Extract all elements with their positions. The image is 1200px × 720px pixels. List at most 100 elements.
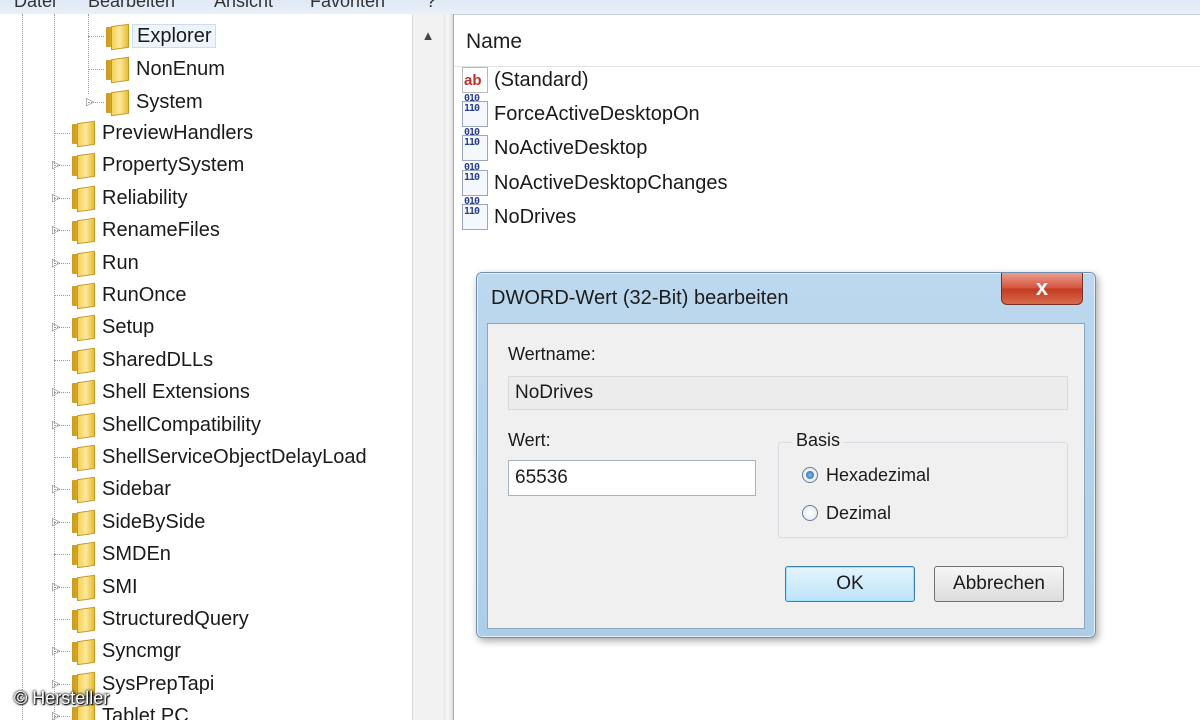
tree-item[interactable]: StructuredQuery bbox=[72, 603, 249, 635]
folder-icon bbox=[106, 56, 129, 84]
pane-splitter[interactable] bbox=[443, 14, 454, 720]
value-name-label: Wertname: bbox=[508, 344, 596, 364]
radio-hexadecimal[interactable]: Hexadezimal bbox=[802, 462, 930, 488]
values-list-header: Name bbox=[454, 14, 1200, 67]
radio-decimal[interactable]: Dezimal bbox=[802, 500, 891, 526]
tree-item[interactable]: ▷ SideBySide bbox=[52, 506, 205, 538]
expand-arrow-icon[interactable]: ▷ bbox=[52, 635, 64, 667]
tree-item[interactable]: ▷ Syncmgr bbox=[52, 635, 181, 667]
value-row[interactable]: ab (Standard) bbox=[462, 64, 589, 96]
tree-item-label: PreviewHandlers bbox=[102, 122, 254, 144]
tree-item[interactable]: ▷ System bbox=[86, 86, 203, 118]
folder-icon bbox=[72, 120, 95, 148]
tree-guide-line bbox=[88, 69, 104, 70]
scroll-up-arrow-icon[interactable]: ▲ bbox=[413, 24, 443, 48]
close-button[interactable]: x bbox=[1001, 273, 1083, 305]
dialog-title: DWORD-Wert (32-Bit) bearbeiten bbox=[491, 287, 789, 309]
tree-item[interactable]: ▷ PropertySystem bbox=[52, 149, 245, 181]
expand-arrow-icon[interactable]: ▷ bbox=[52, 376, 64, 408]
folder-icon bbox=[72, 153, 95, 180]
tree-item-label: NonEnum bbox=[136, 58, 225, 80]
tree-item-label: SMI bbox=[102, 575, 138, 598]
value-data-input[interactable] bbox=[508, 460, 756, 496]
tree-item-label: Run bbox=[102, 251, 139, 274]
expand-arrow-icon[interactable]: ▷ bbox=[52, 182, 64, 214]
string-value-icon: ab bbox=[462, 67, 488, 93]
value-row[interactable]: 010 110 NoActiveDesktopChanges bbox=[462, 162, 728, 199]
tree-guide-line bbox=[54, 295, 70, 296]
tree-item[interactable]: PreviewHandlers bbox=[72, 117, 253, 149]
tree-item-label: ShellCompatibility bbox=[102, 413, 261, 436]
tree-item[interactable]: ▷ SMI bbox=[52, 571, 138, 603]
edit-dword-dialog: DWORD-Wert (32-Bit) bearbeiten x Wertnam… bbox=[476, 272, 1096, 638]
expand-arrow-icon[interactable]: ▷ bbox=[86, 86, 98, 118]
tree-item[interactable]: NonEnum bbox=[106, 53, 225, 85]
folder-icon bbox=[72, 217, 95, 245]
expand-arrow-icon[interactable]: ▷ bbox=[52, 214, 64, 246]
value-name: NoActiveDesktopChanges bbox=[494, 171, 728, 194]
tree-guide-line bbox=[88, 14, 89, 94]
menu-favorites[interactable]: Favoriten bbox=[310, 0, 385, 12]
tree-item[interactable]: ▷ Reliability bbox=[52, 182, 188, 214]
value-row[interactable]: 010 110 ForceActiveDesktopOn bbox=[462, 94, 700, 130]
tree-item[interactable]: ▷ RenameFiles bbox=[52, 214, 220, 246]
folder-icon bbox=[72, 574, 95, 601]
value-name: NoDrives bbox=[494, 205, 577, 228]
expand-arrow-icon[interactable]: ▷ bbox=[52, 506, 64, 538]
folder-icon bbox=[72, 282, 95, 310]
tree-guide-line bbox=[54, 619, 70, 620]
value-name-field: NoDrives bbox=[508, 376, 1068, 410]
image-credit: © Hersteller bbox=[14, 688, 110, 708]
folder-icon bbox=[106, 89, 129, 117]
menu-view[interactable]: Ansicht bbox=[214, 0, 273, 12]
tree-guide-line bbox=[54, 457, 70, 458]
tree-item[interactable]: SMDEn bbox=[72, 538, 171, 570]
expand-arrow-icon[interactable]: ▷ bbox=[52, 247, 64, 279]
menu-edit[interactable]: Bearbeiten bbox=[88, 0, 175, 12]
folder-icon bbox=[72, 412, 95, 439]
folder-icon bbox=[106, 23, 129, 51]
tree-item[interactable]: RunOnce bbox=[72, 279, 187, 311]
expand-arrow-icon[interactable]: ▷ bbox=[52, 473, 64, 505]
tree-item[interactable]: SharedDLLs bbox=[72, 344, 213, 376]
tree-item[interactable]: ▷ Sidebar bbox=[52, 473, 171, 505]
value-row[interactable]: 010 110 NoDrives bbox=[462, 196, 577, 233]
menu-file[interactable]: Datei bbox=[14, 0, 56, 12]
value-data-label: Wert: bbox=[508, 430, 551, 450]
radio-checked-icon[interactable] bbox=[802, 467, 818, 483]
folder-icon bbox=[72, 639, 95, 666]
value-name: ForceActiveDesktopOn bbox=[494, 103, 700, 126]
value-row[interactable]: 010 110 NoActiveDesktop bbox=[462, 128, 648, 164]
tree-item-label: PropertySystem bbox=[102, 154, 245, 177]
radio-unchecked-icon[interactable] bbox=[802, 505, 818, 521]
tree-guide-line bbox=[88, 36, 104, 37]
binary-value-icon: 010 110 bbox=[462, 162, 488, 196]
expand-arrow-icon[interactable]: ▷ bbox=[52, 409, 64, 441]
tree-guide-line bbox=[22, 14, 23, 720]
column-header-name[interactable]: Name bbox=[466, 30, 522, 54]
binary-value-icon: 010 110 bbox=[462, 128, 488, 162]
tree-scrollbar[interactable]: ▲ bbox=[412, 14, 444, 720]
tree-item[interactable]: ShellServiceObjectDelayLoad bbox=[72, 441, 367, 473]
expand-arrow-icon[interactable]: ▷ bbox=[52, 571, 64, 603]
folder-icon bbox=[72, 444, 95, 472]
value-name: NoActiveDesktop bbox=[494, 137, 648, 160]
menu-bar: Datei Bearbeiten Ansicht Favoriten ? bbox=[0, 0, 1200, 15]
tree-item[interactable]: ▷ Shell Extensions bbox=[52, 376, 250, 408]
tree-item[interactable]: ▷ Setup bbox=[52, 311, 154, 343]
tree-item-label: RunOnce bbox=[102, 284, 187, 306]
tree-item-label: Tablet PC bbox=[102, 705, 189, 720]
tree-item[interactable]: Explorer bbox=[106, 20, 217, 52]
expand-arrow-icon[interactable]: ▷ bbox=[52, 149, 64, 181]
ok-button[interactable]: OK bbox=[785, 566, 915, 602]
tree-item[interactable]: ▷ Run bbox=[52, 247, 139, 279]
cancel-button[interactable]: Abbrechen bbox=[934, 566, 1064, 602]
folder-icon bbox=[72, 477, 95, 504]
tree-item[interactable]: ▷ ShellCompatibility bbox=[52, 409, 261, 441]
folder-icon bbox=[72, 541, 95, 569]
registry-tree[interactable]: Explorer NonEnum ▷ System PreviewHandlers ▷ Pr… bbox=[0, 14, 412, 720]
folder-icon bbox=[72, 185, 95, 213]
expand-arrow-icon[interactable]: ▷ bbox=[52, 311, 64, 343]
value-name: (Standard) bbox=[494, 69, 589, 91]
menu-help[interactable]: ? bbox=[426, 0, 436, 12]
